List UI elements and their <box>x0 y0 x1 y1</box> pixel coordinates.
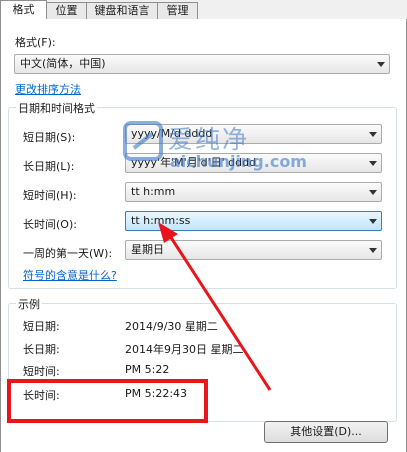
annotation-arrow <box>158 222 272 391</box>
annotation-arrow-line <box>168 235 272 391</box>
annotation-arrow-head <box>158 222 178 243</box>
